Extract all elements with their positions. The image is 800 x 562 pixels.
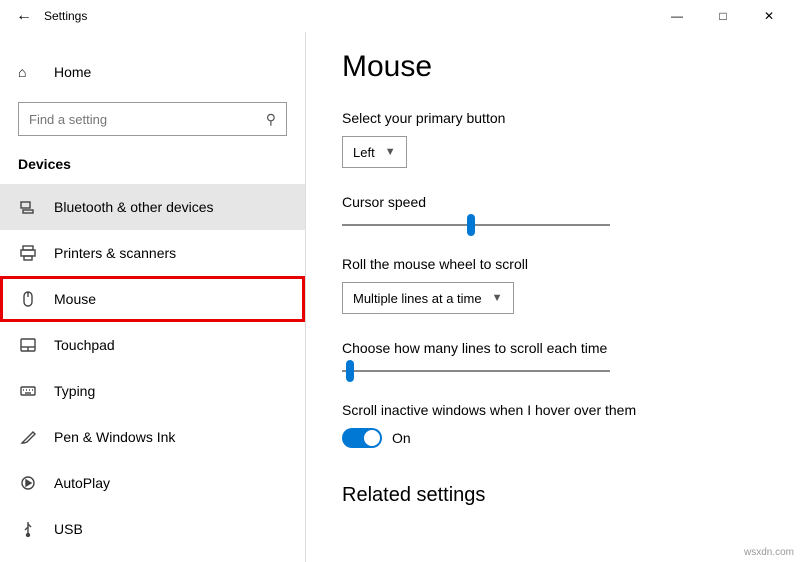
sidebar-item-label: Bluetooth & other devices — [54, 199, 214, 215]
primary-button-label: Select your primary button — [342, 110, 764, 126]
scroll-wheel-dropdown[interactable]: Multiple lines at a time ▼ — [342, 282, 514, 314]
sidebar-item-touchpad[interactable]: Touchpad — [0, 322, 305, 368]
devices-icon — [18, 199, 38, 215]
inactive-toggle[interactable] — [342, 428, 382, 448]
sidebar-item-label: AutoPlay — [54, 475, 110, 491]
sidebar-item-usb[interactable]: USB — [0, 506, 305, 552]
search-input[interactable] — [29, 104, 266, 134]
sidebar-item-label: Typing — [54, 383, 95, 399]
touchpad-icon — [18, 337, 38, 353]
sidebar-item-mouse[interactable]: Mouse — [0, 276, 305, 322]
mouse-icon — [18, 291, 38, 307]
sidebar-item-pen[interactable]: Pen & Windows Ink — [0, 414, 305, 460]
content: Mouse Select your primary button Left ▼ … — [306, 32, 800, 562]
sidebar-item-bluetooth[interactable]: Bluetooth & other devices — [0, 184, 305, 230]
back-button[interactable]: ← — [8, 7, 40, 25]
section-title: Devices — [18, 156, 287, 172]
pen-icon — [18, 429, 38, 445]
chevron-down-icon: ▼ — [385, 146, 396, 158]
lines-thumb[interactable] — [346, 360, 354, 382]
sidebar-item-label: USB — [54, 521, 83, 537]
sidebar-item-printers[interactable]: Printers & scanners — [0, 230, 305, 276]
chevron-down-icon: ▼ — [492, 292, 503, 304]
search-icon: ⚲ — [266, 111, 276, 128]
home-icon: ⌂ — [18, 64, 38, 80]
sidebar-item-autoplay[interactable]: AutoPlay — [0, 460, 305, 506]
cursor-speed-thumb[interactable] — [467, 214, 475, 236]
toggle-knob — [364, 430, 380, 446]
titlebar: ← Settings ― □ ✕ — [0, 0, 800, 32]
sidebar-item-label: Printers & scanners — [54, 245, 176, 261]
maximize-button[interactable]: □ — [700, 0, 746, 32]
keyboard-icon — [18, 383, 38, 399]
window-title: Settings — [44, 9, 87, 23]
inactive-state: On — [392, 430, 411, 446]
primary-button-dropdown[interactable]: Left ▼ — [342, 136, 407, 168]
lines-slider[interactable] — [342, 370, 610, 372]
lines-label: Choose how many lines to scroll each tim… — [342, 340, 764, 356]
cursor-speed-label: Cursor speed — [342, 194, 764, 210]
related-heading: Related settings — [342, 484, 764, 507]
home-label: Home — [54, 64, 91, 80]
home-link[interactable]: ⌂ Home — [0, 52, 305, 92]
nav-list: Bluetooth & other devices Printers & sca… — [0, 184, 305, 562]
close-button[interactable]: ✕ — [746, 0, 792, 32]
autoplay-icon — [18, 475, 38, 491]
inactive-label: Scroll inactive windows when I hover ove… — [342, 402, 764, 418]
sidebar-item-typing[interactable]: Typing — [0, 368, 305, 414]
usb-icon — [18, 521, 38, 537]
watermark: wsxdn.com — [744, 547, 794, 558]
sidebar: ⌂ Home ⚲ Devices Bluetooth & other devic… — [0, 32, 305, 562]
scroll-wheel-label: Roll the mouse wheel to scroll — [342, 256, 764, 272]
cursor-speed-slider[interactable] — [342, 224, 610, 226]
scroll-wheel-value: Multiple lines at a time — [353, 291, 482, 306]
sidebar-item-label: Mouse — [54, 291, 96, 307]
sidebar-item-label: Pen & Windows Ink — [54, 429, 175, 445]
printer-icon — [18, 245, 38, 261]
sidebar-item-label: Touchpad — [54, 337, 115, 353]
minimize-button[interactable]: ― — [654, 0, 700, 32]
page-title: Mouse — [342, 50, 764, 84]
search-box[interactable]: ⚲ — [18, 102, 287, 136]
primary-button-value: Left — [353, 145, 375, 160]
